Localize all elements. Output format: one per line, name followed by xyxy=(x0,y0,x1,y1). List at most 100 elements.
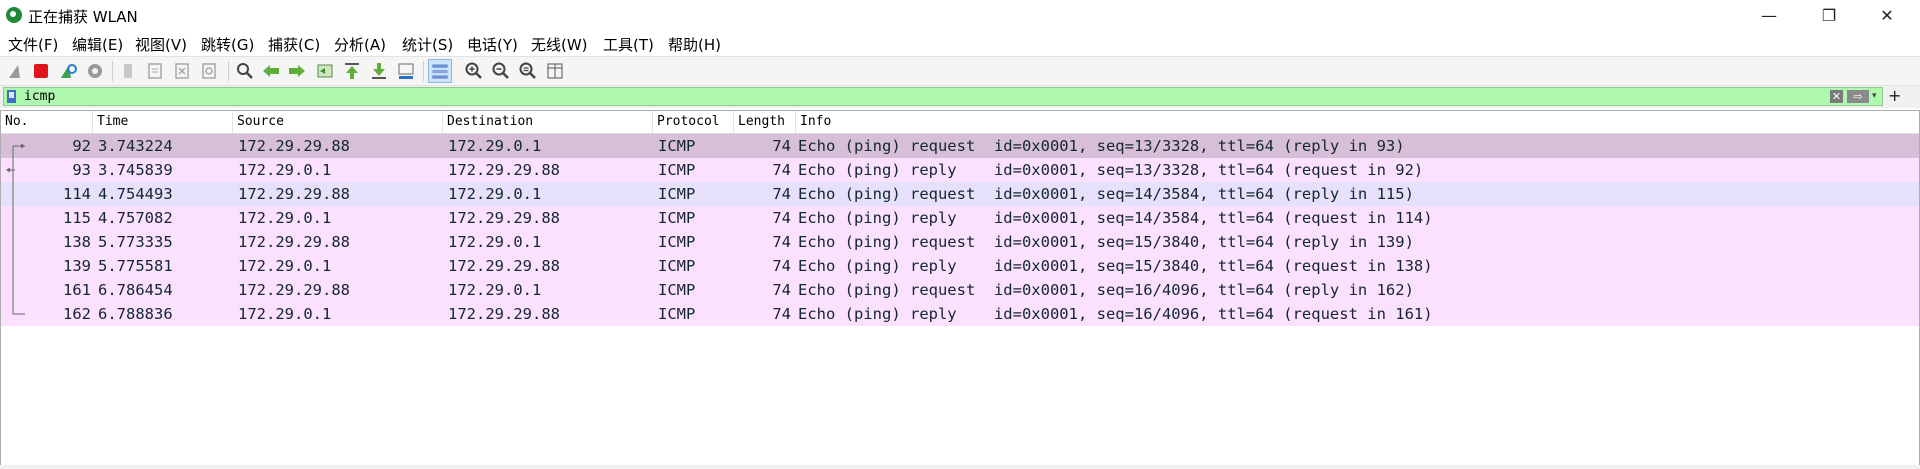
toolbar-separator xyxy=(228,61,229,81)
cell-destination: 172.29.0.1 xyxy=(448,185,542,203)
go-back-icon[interactable] xyxy=(261,61,281,81)
go-forward-icon[interactable] xyxy=(287,61,307,81)
menu-go[interactable]: 跳转(G) xyxy=(201,34,254,55)
packet-list[interactable]: No. Time Source Destination Protocol Len… xyxy=(0,110,1920,466)
close-file-icon[interactable] xyxy=(172,61,192,81)
menu-help[interactable]: 帮助(H) xyxy=(668,34,721,55)
cell-time: 4.757082 xyxy=(98,209,173,227)
shark-fin-start-icon[interactable] xyxy=(6,61,26,81)
column-header-time[interactable]: Time xyxy=(93,111,233,133)
status-strip xyxy=(0,465,1920,469)
go-last-icon[interactable] xyxy=(369,61,389,81)
table-row[interactable]: 114 4.754493 172.29.29.88 172.29.0.1 ICMP 74 E… xyxy=(1,182,1919,206)
save-file-icon[interactable] xyxy=(145,61,165,81)
stop-capture-icon[interactable] xyxy=(31,61,51,81)
cell-source: 172.29.0.1 xyxy=(238,257,332,275)
menu-edit[interactable]: 编辑(E) xyxy=(72,34,123,55)
bookmark-icon[interactable] xyxy=(7,90,16,103)
cell-info: Echo (ping) reply id=0x0001, seq=16/4096… xyxy=(798,305,1433,323)
cell-no: 114 xyxy=(63,185,91,203)
go-to-packet-icon[interactable] xyxy=(315,61,335,81)
cell-protocol: ICMP xyxy=(658,209,696,227)
display-filter-input[interactable]: icmp ✕ ⇨ ▾ xyxy=(3,87,1883,106)
open-file-icon[interactable] xyxy=(118,61,138,81)
restart-capture-icon[interactable] xyxy=(58,61,78,81)
menu-tools[interactable]: 工具(T) xyxy=(603,34,654,55)
cell-time: 4.754493 xyxy=(98,185,173,203)
cell-destination: 172.29.29.88 xyxy=(448,257,560,275)
column-header-source[interactable]: Source xyxy=(233,111,443,133)
autoscroll-icon[interactable] xyxy=(396,61,416,81)
column-header-protocol[interactable]: Protocol xyxy=(653,111,734,133)
reload-file-icon[interactable] xyxy=(199,61,219,81)
column-header-destination[interactable]: Destination xyxy=(443,111,653,133)
cell-no: 93 xyxy=(72,161,91,179)
display-filter-bar: icmp ✕ ⇨ ▾ + xyxy=(0,86,1920,108)
cell-source: 172.29.0.1 xyxy=(238,161,332,179)
cell-length: 74 xyxy=(772,233,791,251)
cell-no: 161 xyxy=(63,281,91,299)
zoom-normal-icon[interactable] xyxy=(518,61,538,81)
table-row[interactable]: 161 6.786454 172.29.29.88 172.29.0.1 ICMP 74 E… xyxy=(1,278,1919,302)
table-row[interactable]: 115 4.757082 172.29.0.1 172.29.29.88 ICMP 74 E… xyxy=(1,206,1919,230)
cell-protocol: ICMP xyxy=(658,161,696,179)
clear-filter-icon[interactable]: ✕ xyxy=(1830,90,1843,103)
cell-time: 3.743224 xyxy=(98,137,173,155)
column-header-no[interactable]: No. xyxy=(1,111,93,133)
menu-file[interactable]: 文件(F) xyxy=(8,34,58,55)
filter-text[interactable]: icmp xyxy=(24,89,55,104)
resize-columns-icon[interactable] xyxy=(545,61,565,81)
cell-info: Echo (ping) reply id=0x0001, seq=15/3840… xyxy=(798,257,1433,275)
cell-source: 172.29.0.1 xyxy=(238,305,332,323)
zoom-out-icon[interactable] xyxy=(491,61,511,81)
menu-telephony[interactable]: 电话(Y) xyxy=(467,34,518,55)
table-row[interactable]: 162 6.788836 172.29.0.1 172.29.29.88 ICMP 74 E… xyxy=(1,302,1919,326)
colorize-icon[interactable] xyxy=(428,59,452,83)
cell-length: 74 xyxy=(772,185,791,203)
menu-analyze[interactable]: 分析(A) xyxy=(334,34,386,55)
column-header-info[interactable]: Info xyxy=(796,111,1919,133)
table-row[interactable]: 92 3.743224 172.29.29.88 172.29.0.1 ICMP 74 Ec… xyxy=(1,134,1919,158)
restore-button[interactable]: ❐ xyxy=(1806,0,1852,30)
go-first-icon[interactable] xyxy=(342,61,362,81)
menu-wireless[interactable]: 无线(W) xyxy=(531,34,588,55)
apply-filter-icon[interactable]: ⇨ xyxy=(1847,90,1869,103)
capture-options-icon[interactable] xyxy=(85,61,105,81)
window-title: 正在捕获 WLAN xyxy=(28,8,138,26)
cell-time: 6.786454 xyxy=(98,281,173,299)
cell-protocol: ICMP xyxy=(658,305,696,323)
cell-length: 74 xyxy=(772,305,791,323)
cell-destination: 172.29.0.1 xyxy=(448,137,542,155)
cell-time: 5.775581 xyxy=(98,257,173,275)
table-row[interactable]: 138 5.773335 172.29.29.88 172.29.0.1 ICMP 74 E… xyxy=(1,230,1919,254)
cell-destination: 172.29.29.88 xyxy=(448,161,560,179)
cell-no: 138 xyxy=(63,233,91,251)
table-row[interactable]: 93 3.745839 172.29.0.1 172.29.29.88 ICMP 74 Ec… xyxy=(1,158,1919,182)
column-header-length[interactable]: Length xyxy=(734,111,796,133)
close-button[interactable]: ✕ xyxy=(1864,0,1910,30)
cell-protocol: ICMP xyxy=(658,137,696,155)
minimize-button[interactable]: — xyxy=(1746,0,1792,30)
cell-info: Echo (ping) reply id=0x0001, seq=14/3584… xyxy=(798,209,1433,227)
main-toolbar xyxy=(0,56,1920,86)
cell-source: 172.29.29.88 xyxy=(238,233,350,251)
menu-view[interactable]: 视图(V) xyxy=(135,34,187,55)
menu-bar: 文件(F) 编辑(E) 视图(V) 跳转(G) 捕获(C) 分析(A) 统计(S… xyxy=(0,30,1920,54)
zoom-in-icon[interactable] xyxy=(464,61,484,81)
packet-list-header: No. Time Source Destination Protocol Len… xyxy=(1,111,1919,134)
cell-protocol: ICMP xyxy=(658,185,696,203)
cell-source: 172.29.0.1 xyxy=(238,209,332,227)
cell-info: Echo (ping) request id=0x0001, seq=16/40… xyxy=(798,281,1414,299)
cell-time: 3.745839 xyxy=(98,161,173,179)
add-filter-button[interactable]: + xyxy=(1888,86,1901,105)
menu-capture[interactable]: 捕获(C) xyxy=(268,34,320,55)
cell-info: Echo (ping) reply id=0x0001, seq=13/3328… xyxy=(798,161,1424,179)
cell-no: 92 xyxy=(72,137,91,155)
title-bar: 正在捕获 WLAN — ❐ ✕ xyxy=(0,0,1920,30)
chevron-down-icon[interactable]: ▾ xyxy=(1872,90,1882,103)
menu-statistics[interactable]: 统计(S) xyxy=(402,34,453,55)
find-packet-icon[interactable] xyxy=(235,61,255,81)
table-row[interactable]: 139 5.775581 172.29.0.1 172.29.29.88 ICMP 74 E… xyxy=(1,254,1919,278)
cell-length: 74 xyxy=(772,257,791,275)
cell-time: 6.788836 xyxy=(98,305,173,323)
